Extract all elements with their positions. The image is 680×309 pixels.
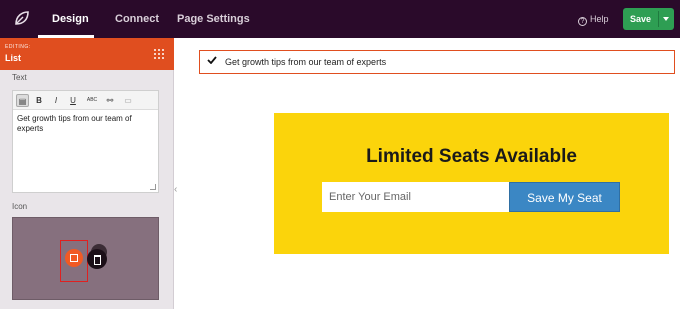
- paste-icon[interactable]: ▤: [16, 94, 29, 107]
- list-block[interactable]: Get growth tips from our team of experts: [199, 50, 675, 74]
- text-editor[interactable]: ▤ B I U ABC ⚯ ▭ Get growth tips from our…: [12, 90, 159, 193]
- text-section-label: Text: [12, 73, 27, 82]
- editing-kicker: EDITING:: [5, 44, 31, 50]
- resize-handle[interactable]: [150, 184, 156, 190]
- grid-menu-icon[interactable]: [154, 49, 164, 59]
- editing-panel: EDITING: List Text ▤ B I U ABC ⚯ ▭ Get g…: [0, 38, 174, 309]
- save-my-seat-button[interactable]: Save My Seat: [509, 182, 620, 212]
- seedprod-logo-icon[interactable]: [12, 9, 32, 29]
- list-item-text: Get growth tips from our team of experts: [225, 57, 387, 67]
- tab-connect[interactable]: Connect: [115, 0, 159, 38]
- help-label: Help: [590, 14, 609, 24]
- editor-content[interactable]: Get growth tips from our team of experts: [17, 114, 155, 134]
- underline-button[interactable]: U: [68, 94, 78, 107]
- image-icon[interactable]: ▭: [122, 94, 134, 107]
- bold-button[interactable]: B: [34, 94, 44, 107]
- link-icon[interactable]: ⚯: [105, 94, 115, 107]
- editor-toolbar: ▤ B I U ABC ⚯ ▭: [13, 91, 158, 110]
- email-field[interactable]: Enter Your Email: [322, 182, 509, 212]
- save-button[interactable]: Save: [623, 8, 658, 30]
- save-button-group: Save: [623, 8, 674, 30]
- collapse-panel-icon[interactable]: ‹: [174, 184, 177, 195]
- tab-page-settings[interactable]: Page Settings: [177, 0, 250, 38]
- editing-header: EDITING: List: [0, 38, 174, 70]
- checkmark-icon: [207, 56, 217, 64]
- save-divider: [658, 11, 659, 27]
- help-icon: ?: [578, 17, 587, 26]
- strikethrough-button[interactable]: ABC: [85, 94, 99, 107]
- optin-section: Limited Seats Available Enter Your Email…: [274, 113, 669, 254]
- trash-icon[interactable]: [87, 249, 107, 269]
- tab-design[interactable]: Design: [52, 0, 89, 38]
- icon-section-label: Icon: [12, 202, 28, 211]
- icon-picker[interactable]: [12, 217, 159, 300]
- optin-heading: Limited Seats Available: [366, 146, 577, 167]
- italic-button[interactable]: I: [51, 94, 61, 107]
- editing-title: List: [5, 53, 22, 63]
- email-placeholder: Enter Your Email: [329, 191, 411, 203]
- top-bar: Design Connect Page Settings ? Help Save: [0, 0, 680, 38]
- save-dropdown-caret-icon[interactable]: [663, 17, 669, 21]
- help-link[interactable]: ? Help: [578, 0, 609, 38]
- image-library-icon[interactable]: [65, 249, 83, 267]
